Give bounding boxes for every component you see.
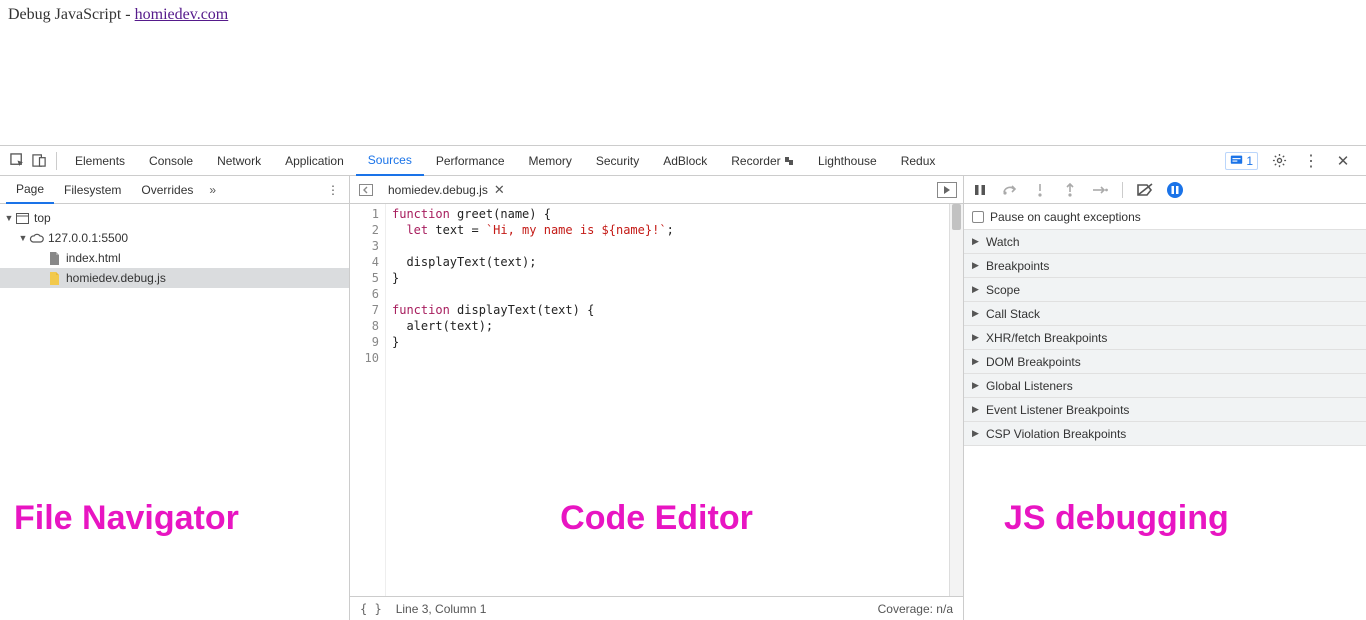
section-xhr-breakpoints[interactable]: ▶XHR/fetch Breakpoints [964, 326, 1366, 350]
editor-scrollbar[interactable] [949, 204, 963, 596]
inspect-element-icon[interactable] [6, 150, 28, 172]
file-icon [46, 250, 62, 266]
chevron-down-icon: ▼ [18, 233, 28, 243]
section-dom-breakpoints[interactable]: ▶DOM Breakpoints [964, 350, 1366, 374]
device-toolbar-icon[interactable] [28, 150, 50, 172]
page-content: Debug JavaScript - homiedev.com [0, 0, 1366, 30]
chevron-right-icon: ▶ [972, 308, 982, 319]
section-call-stack[interactable]: ▶Call Stack [964, 302, 1366, 326]
chevron-right-icon: ▶ [972, 356, 982, 367]
navigator-tab-page[interactable]: Page [6, 176, 54, 204]
chevron-right-icon: ▶ [972, 380, 982, 391]
pretty-print-icon[interactable]: { } [360, 602, 382, 616]
file-tree: ▼ top ▼ 127.0.0.1:5500 index.html homied… [0, 204, 349, 292]
issues-badge[interactable]: 1 [1225, 152, 1258, 170]
cloud-icon [28, 230, 44, 246]
close-devtools-icon[interactable]: ✕ [1332, 150, 1354, 172]
navigator-tab-overrides[interactable]: Overrides [131, 176, 203, 204]
cursor-position: Line 3, Column 1 [396, 602, 487, 616]
section-global-listeners[interactable]: ▶Global Listeners [964, 374, 1366, 398]
editor-footer: { } Line 3, Column 1 Coverage: n/a [350, 596, 963, 620]
navigator-overflow-icon[interactable]: » [209, 183, 216, 197]
separator [1122, 182, 1123, 198]
step-icon[interactable] [1090, 180, 1110, 200]
more-menu-icon[interactable]: ⋮ [1300, 150, 1322, 172]
tab-performance[interactable]: Performance [424, 146, 517, 176]
tab-redux[interactable]: Redux [889, 146, 948, 176]
annotation-file-navigator: File Navigator [14, 499, 239, 538]
editor-file-tab[interactable]: homiedev.debug.js ✕ [382, 176, 511, 204]
tree-file-label: homiedev.debug.js [66, 271, 166, 285]
section-scope[interactable]: ▶Scope [964, 278, 1366, 302]
devtools-panel: Elements Console Network Application Sou… [0, 145, 1366, 620]
section-breakpoints[interactable]: ▶Breakpoints [964, 254, 1366, 278]
tree-top-label: top [34, 211, 51, 225]
debugger-controls [964, 176, 1366, 204]
pause-on-caught-checkbox[interactable] [972, 211, 984, 223]
nav-back-icon[interactable] [356, 180, 376, 200]
devtools-top-tabs: Elements Console Network Application Sou… [0, 146, 1366, 176]
editor-file-name: homiedev.debug.js [388, 183, 488, 197]
line-gutter: 12345678910 [350, 204, 386, 596]
separator [56, 152, 57, 170]
step-over-icon[interactable] [1000, 180, 1020, 200]
page-link[interactable]: homiedev.com [135, 6, 229, 23]
navigator-menu-icon[interactable]: ⋮ [323, 183, 343, 197]
section-csp-breakpoints[interactable]: ▶CSP Violation Breakpoints [964, 422, 1366, 446]
page-title-text: Debug JavaScript - [8, 6, 135, 23]
tab-sources[interactable]: Sources [356, 146, 424, 176]
window-icon [14, 210, 30, 226]
tab-memory[interactable]: Memory [517, 146, 584, 176]
js-file-icon [46, 270, 62, 286]
tab-security[interactable]: Security [584, 146, 651, 176]
editor-header: homiedev.debug.js ✕ [350, 176, 963, 204]
tree-file-label: index.html [66, 251, 121, 265]
section-event-listener-breakpoints[interactable]: ▶Event Listener Breakpoints [964, 398, 1366, 422]
annotation-code-editor: Code Editor [560, 499, 753, 538]
tree-top[interactable]: ▼ top [0, 208, 349, 228]
coverage-status: Coverage: n/a [878, 602, 953, 616]
pause-icon[interactable] [970, 180, 990, 200]
tab-network[interactable]: Network [205, 146, 273, 176]
chevron-right-icon: ▶ [972, 404, 982, 415]
pause-on-caught-label: Pause on caught exceptions [990, 210, 1141, 224]
file-navigator-panel: Page Filesystem Overrides » ⋮ ▼ top ▼ 12… [0, 176, 350, 620]
chevron-right-icon: ▶ [972, 332, 982, 343]
annotation-js-debugging: JS debugging [1004, 499, 1229, 538]
tree-host[interactable]: ▼ 127.0.0.1:5500 [0, 228, 349, 248]
deactivate-breakpoints-icon[interactable] [1135, 180, 1155, 200]
tree-file-index[interactable]: index.html [0, 248, 349, 268]
issues-count: 1 [1246, 154, 1253, 168]
step-into-icon[interactable] [1030, 180, 1050, 200]
pause-on-caught-row[interactable]: Pause on caught exceptions [964, 204, 1366, 230]
tab-lighthouse[interactable]: Lighthouse [806, 146, 889, 176]
settings-icon[interactable] [1268, 150, 1290, 172]
tab-application[interactable]: Application [273, 146, 356, 176]
close-file-icon[interactable]: ✕ [494, 182, 505, 198]
tree-host-label: 127.0.0.1:5500 [48, 231, 128, 245]
navigator-header: Page Filesystem Overrides » ⋮ [0, 176, 349, 204]
tree-file-debug-js[interactable]: homiedev.debug.js [0, 268, 349, 288]
code-editor-panel: homiedev.debug.js ✕ 12345678910 function… [350, 176, 964, 620]
step-out-icon[interactable] [1060, 180, 1080, 200]
section-watch[interactable]: ▶Watch [964, 230, 1366, 254]
run-snippet-icon[interactable] [937, 182, 957, 198]
chevron-right-icon: ▶ [972, 236, 982, 247]
chevron-right-icon: ▶ [972, 428, 982, 439]
tab-recorder[interactable]: Recorder [719, 146, 806, 176]
tab-elements[interactable]: Elements [63, 146, 137, 176]
tab-adblock[interactable]: AdBlock [651, 146, 719, 176]
chevron-down-icon: ▼ [4, 213, 14, 223]
pause-exceptions-icon[interactable] [1165, 180, 1185, 200]
debugger-panel: Pause on caught exceptions ▶Watch ▶Break… [964, 176, 1366, 620]
tab-console[interactable]: Console [137, 146, 205, 176]
chevron-right-icon: ▶ [972, 284, 982, 295]
chevron-right-icon: ▶ [972, 260, 982, 271]
navigator-tab-filesystem[interactable]: Filesystem [54, 176, 131, 204]
